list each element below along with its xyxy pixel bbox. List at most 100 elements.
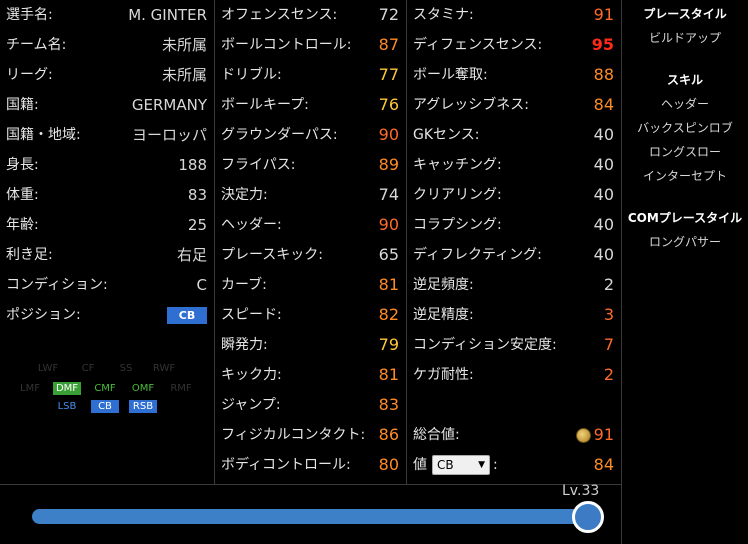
overall-value: 91: [593, 425, 614, 444]
position-select[interactable]: CB ▼: [432, 455, 490, 475]
stat-label: アグレッシブネス:: [413, 97, 530, 113]
stat-label: フィジカルコンタクト:: [221, 427, 366, 443]
stat-value: 40: [593, 215, 614, 234]
profile-label: 年齢:: [6, 217, 39, 233]
profile-label: チーム名:: [6, 37, 67, 53]
position-cell: LSB: [57, 401, 77, 412]
profile-value: 未所属: [161, 36, 207, 54]
medal-icon: [576, 428, 591, 443]
profile-value: C: [196, 276, 207, 294]
divider: [0, 484, 621, 485]
profile-row-region: 国籍・地域: ヨーロッパ: [0, 120, 214, 150]
skill-item: ヘッダー: [660, 97, 709, 111]
stat-row: アグレッシブネス: 84: [407, 90, 621, 120]
stat-value: 91: [593, 5, 614, 24]
stat-label: ジャンプ:: [221, 397, 281, 413]
stat-row: ディフェンスセンス: 95: [407, 30, 621, 60]
stat-label: ボールキープ:: [221, 97, 309, 113]
stat-value: 2: [603, 365, 614, 384]
position-map: LWF CF SS RWF LMF DMF CMF OMF RMF LSB CB…: [0, 362, 214, 422]
position-cell: LMF: [20, 383, 40, 394]
profile-panel: 選手名: M. GINTER チーム名: 未所属 リーグ: 未所属 国籍: GERMAN…: [0, 0, 214, 330]
playstyle-value: ビルドアップ: [648, 31, 721, 45]
profile-label: 体重:: [6, 187, 39, 203]
stat-value: 3: [603, 305, 614, 324]
stat-label: コンディション安定度:: [413, 337, 557, 353]
playstyle-heading: プレースタイル: [643, 7, 727, 21]
profile-row-foot: 利き足: 右足: [0, 240, 214, 270]
overall-label: 総合値:: [413, 427, 460, 443]
profile-row-name: 選手名: M. GINTER: [0, 0, 214, 30]
level-slider-track[interactable]: [32, 509, 588, 524]
profile-label: 選手名:: [6, 7, 53, 23]
stat-label: ディフェンスセンス:: [413, 37, 543, 53]
stat-row: スタミナ: 91: [407, 0, 621, 30]
position-value-prefix: 値: [413, 457, 427, 473]
profile-label: 国籍:: [6, 97, 39, 113]
profile-value: M. GINTER: [128, 6, 207, 24]
stat-row: フライパス: 89: [215, 150, 406, 180]
stat-label: プレースキック:: [221, 247, 324, 263]
profile-value: 右足: [176, 246, 207, 264]
stat-row: ボディコントロール: 80: [215, 450, 406, 480]
skill-item: ロングスロー: [648, 145, 721, 159]
skills-sidebar: プレースタイル ビルドアップ スキル ヘッダー バックスピンロブ ロングスロー …: [622, 0, 748, 254]
stat-row: ボールコントロール: 87: [215, 30, 406, 60]
profile-label: 利き足:: [6, 247, 53, 263]
stat-row: ボールキープ: 76: [215, 90, 406, 120]
stat-row: キャッチング: 40: [407, 150, 621, 180]
stat-row: 決定力: 74: [215, 180, 406, 210]
stat-value: 65: [378, 245, 399, 264]
stat-label: フライパス:: [221, 157, 296, 173]
stat-row: GKセンス: 40: [407, 120, 621, 150]
stat-label: グラウンダーパス:: [221, 127, 338, 143]
stat-row: オフェンスセンス: 72: [215, 0, 406, 30]
stat-value: 40: [593, 125, 614, 144]
profile-value: 未所属: [161, 66, 207, 84]
profile-row-team: チーム名: 未所属: [0, 30, 214, 60]
stat-label: 瞬発力:: [221, 337, 268, 353]
skills-heading: スキル: [666, 73, 703, 87]
stat-value: 88: [593, 65, 614, 84]
profile-row-height: 身長: 188: [0, 150, 214, 180]
profile-value: ヨーロッパ: [131, 126, 207, 144]
profile-row-condition: コンディション: C: [0, 270, 214, 300]
skill-item: インターセプト: [642, 169, 727, 183]
stat-row: カーブ: 81: [215, 270, 406, 300]
stat-value: 80: [378, 455, 399, 474]
stat-value: 81: [378, 275, 399, 294]
stat-value: 7: [603, 335, 614, 354]
overall-row: 総合値: 91: [407, 420, 621, 450]
stat-row: 逆足精度: 3: [407, 300, 621, 330]
position-cell: RWF: [152, 363, 176, 374]
stat-label: ケガ耐性:: [413, 367, 474, 383]
stat-row: プレースキック: 65: [215, 240, 406, 270]
stat-row: ジャンプ: 83: [215, 390, 406, 420]
stat-value: 86: [378, 425, 399, 444]
stat-label: カーブ:: [221, 277, 267, 293]
stat-row: コラプシング: 40: [407, 210, 621, 240]
position-value: 84: [593, 455, 614, 474]
level-slider-handle[interactable]: [572, 501, 604, 533]
profile-label: コンディション:: [6, 277, 108, 293]
stat-row: ケガ耐性: 2: [407, 360, 621, 390]
stat-row: クリアリング: 40: [407, 180, 621, 210]
stat-value: 40: [593, 155, 614, 174]
stat-label: クリアリング:: [413, 187, 502, 203]
profile-value: 25: [187, 216, 207, 234]
position-cell: LWF: [37, 363, 59, 374]
profile-label: 国籍・地域:: [6, 127, 81, 143]
profile-row-weight: 体重: 83: [0, 180, 214, 210]
stats-panel-defense: スタミナ: 91 ディフェンスセンス: 95 ボール奪取: 88 アグレッシブネス: 84 GK…: [407, 0, 621, 480]
stat-value: 40: [593, 245, 614, 264]
stat-row: ヘッダー: 90: [215, 210, 406, 240]
stat-label: GKセンス:: [413, 127, 480, 143]
stat-row: フィジカルコンタクト: 86: [215, 420, 406, 450]
stat-label: ドリブル:: [221, 67, 282, 83]
stat-label: ボールコントロール:: [221, 37, 352, 53]
profile-row-position: ポジション: CB: [0, 300, 214, 330]
position-cell: SS: [119, 363, 133, 374]
stat-label: キック力:: [221, 367, 282, 383]
stat-row: ドリブル: 77: [215, 60, 406, 90]
stat-value: 82: [378, 305, 399, 324]
